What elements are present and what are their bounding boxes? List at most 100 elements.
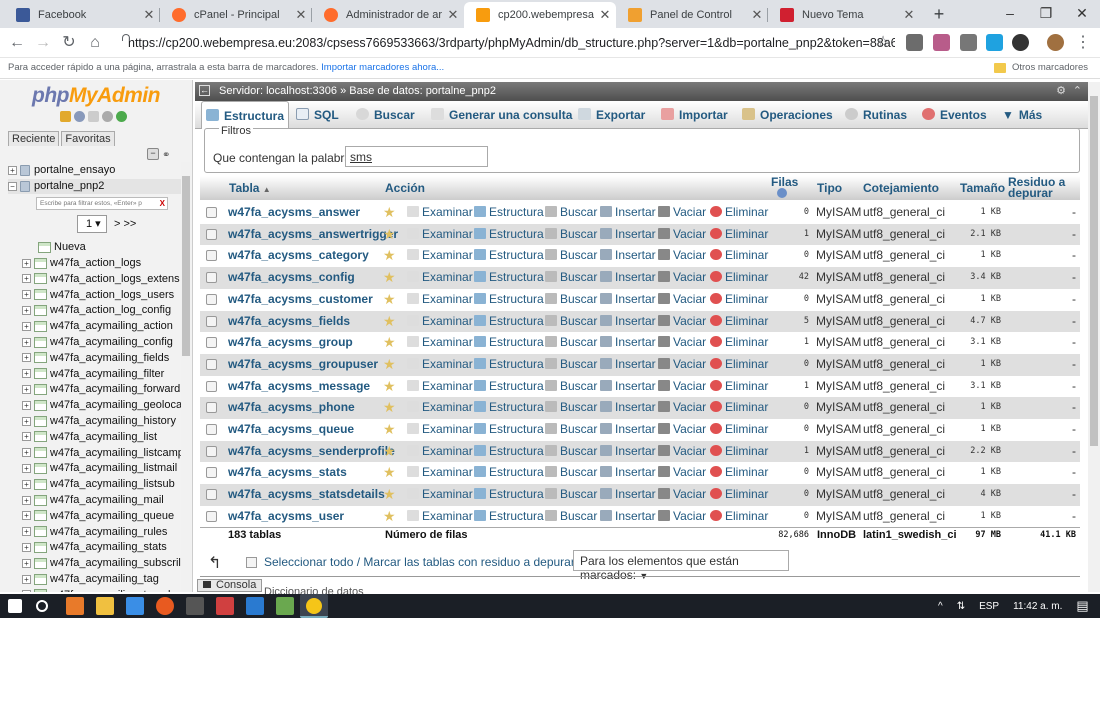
browse-link[interactable]: Examinar xyxy=(407,419,473,440)
browse-link[interactable]: Examinar xyxy=(407,376,473,397)
insert-link[interactable]: Insertar xyxy=(600,289,656,310)
drop-link[interactable]: Eliminar xyxy=(710,419,768,440)
insert-link[interactable]: Insertar xyxy=(600,441,656,462)
search-link[interactable]: Buscar xyxy=(545,224,597,245)
row-checkbox[interactable] xyxy=(206,293,217,305)
table-name-link[interactable]: w47fa_acysms_message xyxy=(228,376,370,397)
insert-link[interactable]: Insertar xyxy=(600,397,656,418)
expand-icon[interactable]: + xyxy=(22,305,31,315)
tree-table-item[interactable]: + w47fa_acymailing_action xyxy=(22,319,192,334)
header-overhead[interactable]: Residuo a depurar xyxy=(1008,176,1078,201)
avatar[interactable] xyxy=(1047,34,1064,51)
scroll-thumb[interactable] xyxy=(1090,96,1098,446)
insert-link[interactable]: Insertar xyxy=(600,354,656,375)
close-icon[interactable]: ✕ xyxy=(290,7,312,23)
empty-link[interactable]: Vaciar xyxy=(658,267,706,288)
firefox-icon[interactable] xyxy=(156,597,174,615)
structure-link[interactable]: Estructura xyxy=(474,376,544,397)
expand-icon[interactable]: + xyxy=(22,463,31,473)
tree-table-item[interactable]: + w47fa_acymailing_rules xyxy=(22,525,192,540)
table-name-link[interactable]: w47fa_acysms_groupuser xyxy=(228,354,378,375)
select-all-label[interactable]: Seleccionar todo / Marcar las tablas con… xyxy=(264,555,575,569)
row-checkbox[interactable] xyxy=(206,358,217,370)
page-next-links[interactable]: > >> xyxy=(114,218,136,230)
header-rows[interactable]: Filas xyxy=(771,176,798,200)
search-link[interactable]: Buscar xyxy=(545,397,597,418)
header-type[interactable]: Tipo xyxy=(817,176,842,200)
empty-link[interactable]: Vaciar xyxy=(658,462,706,483)
structure-link[interactable]: Estructura xyxy=(474,202,544,223)
tab-query[interactable]: Generar una consulta xyxy=(431,101,572,129)
structure-link[interactable]: Estructura xyxy=(474,311,544,332)
structure-link[interactable]: Estructura xyxy=(474,441,544,462)
home-icon[interactable] xyxy=(60,111,71,122)
favorite-star-icon[interactable]: ★ xyxy=(383,224,396,245)
favorite-star-icon[interactable]: ★ xyxy=(383,397,396,418)
favorite-star-icon[interactable]: ★ xyxy=(383,506,396,527)
docs-icon[interactable] xyxy=(88,111,99,122)
table-name-link[interactable]: w47fa_acysms_stats xyxy=(228,462,347,483)
expand-icon[interactable]: + xyxy=(22,574,31,584)
expand-icon[interactable]: + xyxy=(22,353,31,363)
favorite-star-icon[interactable]: ★ xyxy=(383,354,396,375)
tab-search[interactable]: Buscar xyxy=(356,101,415,129)
favorite-star-icon[interactable]: ★ xyxy=(383,376,396,397)
row-checkbox[interactable] xyxy=(206,445,217,457)
favorite-star-icon[interactable]: ★ xyxy=(383,484,396,505)
tree-table-item[interactable]: + w47fa_acymailing_filter xyxy=(22,367,192,382)
structure-link[interactable]: Estructura xyxy=(474,484,544,505)
browser-tab-new-topic[interactable]: Nuevo Tema ✕ xyxy=(768,2,920,28)
insert-link[interactable]: Insertar xyxy=(600,484,656,505)
search-icon[interactable] xyxy=(36,600,48,612)
search-link[interactable]: Buscar xyxy=(545,245,597,266)
expand-icon[interactable]: + xyxy=(22,542,31,552)
filter-input[interactable]: sms xyxy=(345,146,488,167)
close-icon[interactable]: ✕ xyxy=(594,7,616,23)
chrome-taskbar-button[interactable] xyxy=(300,594,328,618)
expand-icon[interactable]: + xyxy=(22,369,31,379)
insert-link[interactable]: Insertar xyxy=(600,332,656,353)
expand-icon[interactable]: + xyxy=(22,321,31,331)
tree-table-item[interactable]: + w47fa_action_logs xyxy=(22,256,192,271)
search-link[interactable]: Buscar xyxy=(545,289,597,310)
expand-icon[interactable]: + xyxy=(22,511,31,521)
taskbar-app-icon[interactable] xyxy=(186,597,204,615)
tab-more[interactable]: ▼ Más xyxy=(1002,101,1042,129)
row-checkbox[interactable] xyxy=(206,424,217,435)
structure-link[interactable]: Estructura xyxy=(474,397,544,418)
extension-icon[interactable] xyxy=(960,34,977,51)
tree-db-portalne-ensayo[interactable]: + portalne_ensayo xyxy=(8,163,189,178)
browse-link[interactable]: Examinar xyxy=(407,289,473,310)
expand-icon[interactable]: + xyxy=(22,448,31,458)
reload-button[interactable]: ↻ xyxy=(58,32,80,54)
browser-tab-facebook[interactable]: Facebook ✕ xyxy=(4,2,160,28)
drop-link[interactable]: Eliminar xyxy=(710,202,768,223)
favorite-star-icon[interactable]: ★ xyxy=(383,332,396,353)
empty-link[interactable]: Vaciar xyxy=(658,332,706,353)
empty-link[interactable]: Vaciar xyxy=(658,506,706,527)
browse-link[interactable]: Examinar xyxy=(407,224,473,245)
structure-link[interactable]: Estructura xyxy=(474,506,544,527)
row-checkbox[interactable] xyxy=(206,337,217,349)
insert-link[interactable]: Insertar xyxy=(600,202,656,223)
empty-link[interactable]: Vaciar xyxy=(658,245,706,266)
header-size[interactable]: Tamaño xyxy=(960,176,1005,200)
tree-table-item[interactable]: + w47fa_acymailing_history xyxy=(22,414,192,429)
collapse-icon[interactable]: − xyxy=(8,181,17,191)
expand-icon[interactable]: + xyxy=(22,258,31,268)
chevron-up-icon[interactable]: ^ xyxy=(938,601,943,612)
tree-table-item[interactable]: + w47fa_acymailing_forward xyxy=(22,382,192,397)
row-checkbox[interactable] xyxy=(206,402,217,414)
taskbar-app-icon[interactable] xyxy=(126,597,144,615)
expand-icon[interactable]: + xyxy=(22,400,31,410)
collapse-top-icon[interactable]: ⌃ xyxy=(1073,82,1082,101)
drop-link[interactable]: Eliminar xyxy=(710,462,768,483)
tree-new-table[interactable]: Nueva xyxy=(38,240,192,255)
expand-icon[interactable]: + xyxy=(22,527,31,537)
expand-icon[interactable]: + xyxy=(8,165,17,175)
favorite-star-icon[interactable]: ★ xyxy=(383,245,396,266)
minimize-button[interactable]: – xyxy=(992,0,1028,26)
row-checkbox[interactable] xyxy=(206,315,217,327)
table-name-link[interactable]: w47fa_acysms_senderprofile xyxy=(228,441,395,462)
menu-icon[interactable]: ⋮ xyxy=(1072,32,1094,54)
